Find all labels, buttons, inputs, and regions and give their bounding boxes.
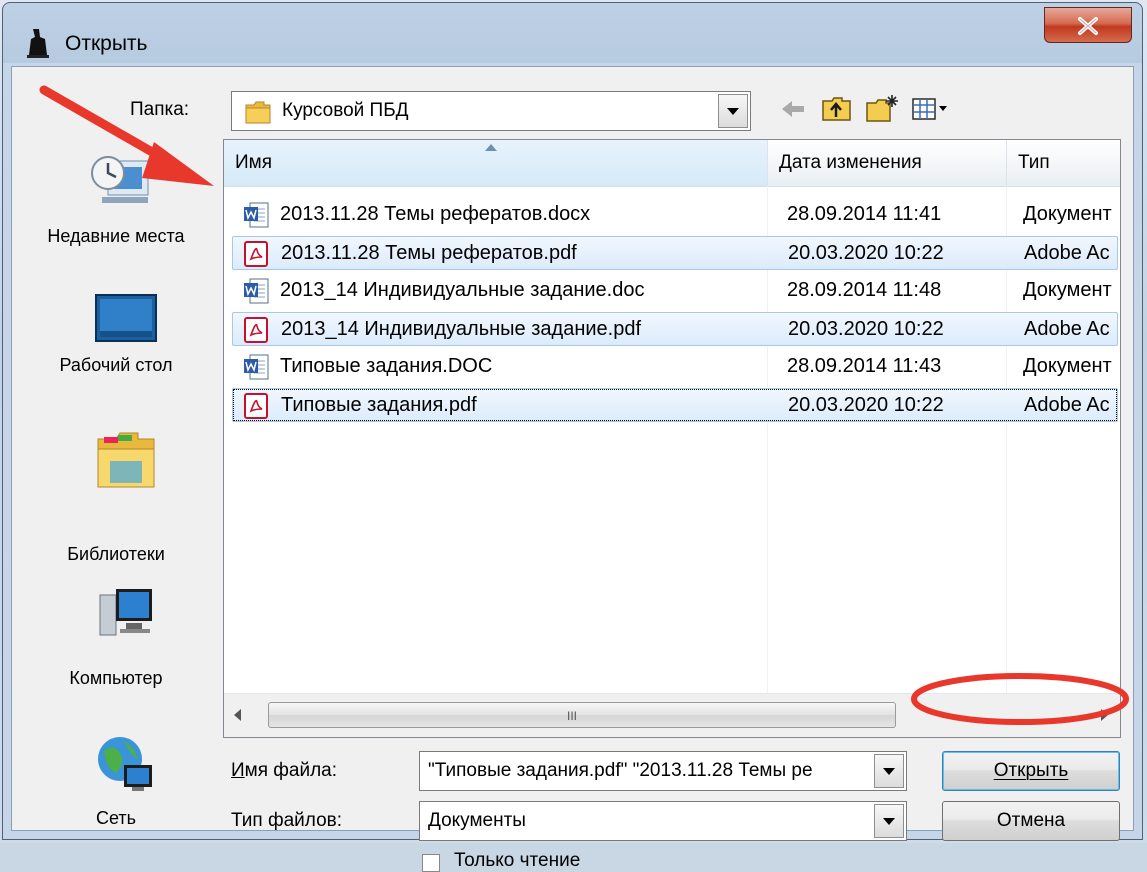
pdf-document-icon (244, 241, 268, 267)
file-date: 28.09.2014 11:48 (787, 279, 942, 301)
file-row[interactable]: 2013_14 Индивидуальные задание.doc 28.09.… (232, 274, 1118, 308)
column-header-date[interactable]: Дата изменения (768, 140, 1006, 186)
readonly-checkbox[interactable] (422, 854, 440, 872)
folder-combo-value: Курсовой ПБД (282, 100, 409, 121)
pdf-document-icon (244, 317, 268, 343)
file-type: Документ (1023, 279, 1112, 301)
filetype-dropdown-button[interactable] (874, 804, 904, 838)
scroll-grip: III (567, 709, 578, 723)
column-header-label: Имя (235, 152, 273, 173)
column-header-name[interactable]: Имя (224, 140, 767, 186)
place-label: Рабочий стол (59, 355, 173, 375)
file-name: Типовые задания.DOC (280, 355, 493, 377)
word-document-icon (244, 354, 269, 380)
sort-ascending-icon (485, 144, 497, 151)
filetype-value: Документы (428, 810, 526, 831)
folder-icon (245, 101, 271, 124)
folder-dropdown-button[interactable] (718, 94, 748, 128)
filename-label: Имя файла: (231, 760, 337, 782)
column-header-label: Дата изменения (779, 152, 922, 173)
filename-combo[interactable]: "Типовые задания.pdf" "2013.11.28 Темы р… (419, 751, 907, 791)
file-list-header: Имя Дата изменения Тип (224, 140, 1120, 187)
file-list[interactable]: Имя Дата изменения Тип 2013.11.28 Темы р… (223, 139, 1121, 738)
word-document-icon (244, 278, 269, 304)
place-label: Библиотеки (67, 544, 165, 564)
open-button-label: Открыть (993, 760, 1069, 781)
column-header-label: Тип (1018, 152, 1050, 173)
title-bar[interactable]: Открыть (3, 3, 1142, 67)
file-name: 2013.11.28 Темы рефератов.docx (280, 203, 591, 225)
file-type: Документ (1023, 203, 1112, 225)
file-row[interactable]: 2013_14 Индивидуальные задание.pdf 20.03.… (232, 312, 1118, 346)
chevron-down-icon (727, 108, 739, 115)
word-document-icon (244, 202, 269, 228)
filetype-label: Тип файлов: (231, 810, 343, 831)
folder-combo[interactable]: Курсовой ПБД (231, 91, 751, 131)
folder-up-icon[interactable] (820, 93, 854, 125)
chevron-down-icon (883, 818, 895, 825)
file-date: 20.03.2020 10:22 (788, 394, 944, 416)
file-date: 20.03.2020 10:22 (788, 318, 944, 340)
file-row[interactable]: 2013.11.28 Темы рефератов.docx 28.09.2014… (232, 198, 1118, 232)
places-bar: Недавние места Рабочий стол Библиотеки К… (16, 137, 216, 828)
place-computer[interactable]: Компьютер (16, 585, 216, 688)
annotation-arrow (39, 85, 214, 186)
mnemonic-i: И (231, 760, 245, 781)
file-name: 2013.11.28 Темы рефератов.pdf (281, 242, 577, 264)
filename-label-text: мя файла: (244, 760, 338, 781)
readonly-label: Только чтение (454, 850, 581, 871)
place-label: Компьютер (69, 668, 163, 688)
computer-icon (99, 589, 152, 636)
file-row[interactable]: Типовые задания.pdf 20.03.2020 10:22 Adobe… (232, 388, 1118, 422)
filetype-combo[interactable]: Документы (419, 801, 907, 841)
place-label: Недавние места (47, 226, 185, 246)
place-libraries[interactable]: Библиотеки (16, 429, 216, 564)
window-title: Открыть (65, 32, 148, 55)
cancel-button[interactable]: Отмена (942, 801, 1120, 841)
new-folder-icon[interactable] (864, 93, 900, 125)
file-row[interactable]: Типовые задания.DOC 28.09.2014 11:43 Докум… (232, 350, 1118, 384)
scrollbar-thumb[interactable]: III (268, 702, 896, 728)
file-name: Типовые задания.pdf (281, 394, 477, 416)
filename-input[interactable]: "Типовые задания.pdf" "2013.11.28 Темы р… (428, 760, 874, 782)
file-type: Документ (1023, 355, 1112, 377)
file-type: Adobe Ac (1024, 318, 1110, 340)
file-name: 2013_14 Индивидуальные задание.pdf (281, 318, 642, 340)
close-button[interactable] (1044, 7, 1132, 43)
file-date: 28.09.2014 11:41 (787, 203, 942, 225)
chevron-down-icon (883, 768, 895, 775)
back-arrow-icon[interactable] (778, 93, 808, 125)
place-network[interactable]: Сеть (16, 733, 216, 833)
file-name: 2013_14 Индивидуальные задание.doc (280, 279, 645, 301)
column-header-type[interactable]: Тип (1007, 140, 1120, 186)
scroll-left-icon[interactable] (234, 709, 242, 721)
place-label: Сеть (95, 808, 137, 828)
place-desktop[interactable]: Рабочий стол (16, 287, 216, 387)
open-button[interactable]: Открыть (942, 751, 1120, 791)
pdf-document-icon (244, 393, 268, 419)
filename-dropdown-button[interactable] (874, 754, 904, 788)
file-date: 20.03.2020 10:22 (788, 242, 944, 264)
network-icon (98, 737, 152, 791)
cancel-button-label: Отмена (996, 810, 1066, 831)
views-menu-icon[interactable] (910, 93, 950, 125)
file-type: Adobe Ac (1024, 242, 1110, 264)
file-date: 28.09.2014 11:43 (787, 355, 942, 377)
file-type: Adobe Ac (1024, 394, 1110, 416)
annotation-ellipse (911, 673, 1129, 725)
file-row[interactable]: 2013.11.28 Темы рефератов.pdf 20.03.2020 … (232, 236, 1118, 270)
app-icon (27, 29, 49, 58)
desktop-icon (95, 294, 157, 342)
libraries-icon (97, 432, 155, 488)
close-icon (1078, 17, 1098, 35)
